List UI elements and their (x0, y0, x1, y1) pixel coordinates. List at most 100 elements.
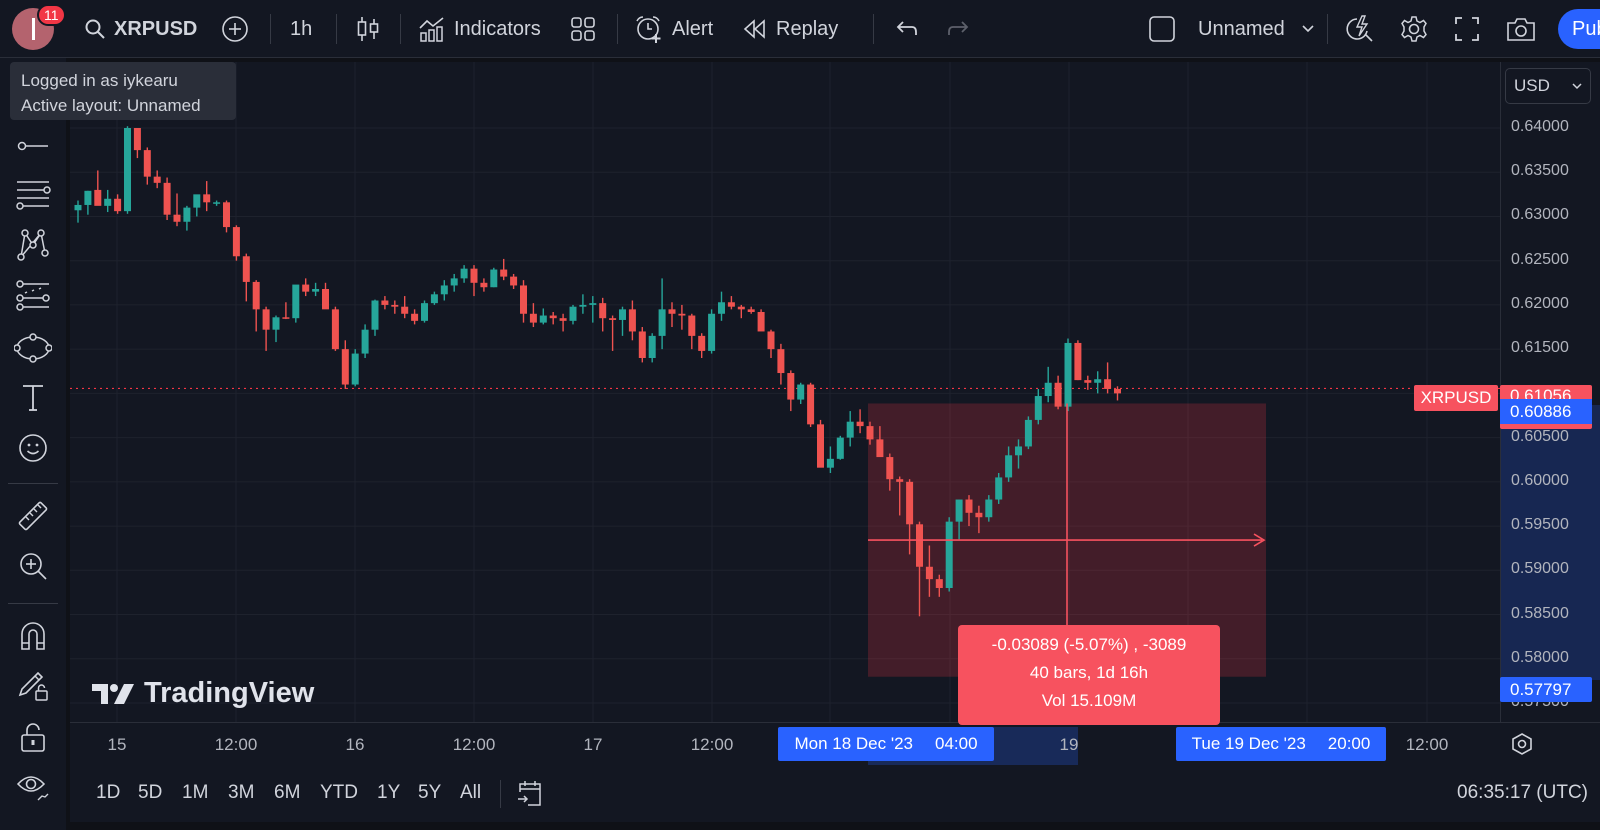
candle-body (430, 294, 438, 304)
fullscreen-button[interactable] (1454, 10, 1480, 48)
ellipse-icon (14, 332, 52, 364)
alert-label: Alert (672, 17, 714, 40)
candle-body (341, 349, 349, 385)
redo-button[interactable] (946, 10, 972, 48)
candle-body (203, 194, 211, 203)
compare-symbol-button[interactable] (220, 10, 250, 48)
indicators-button[interactable]: Indicators (418, 10, 541, 48)
replay-button[interactable]: Replay (742, 10, 838, 48)
range-all-button[interactable]: All (460, 782, 481, 804)
candle-body (727, 302, 735, 307)
time-label: 15 (107, 735, 127, 754)
candle-body (1074, 342, 1082, 381)
candle-body (114, 198, 122, 212)
fullscreen-icon (1454, 16, 1480, 42)
scale-settings-button[interactable] (1510, 732, 1534, 756)
hide-drawings-button[interactable] (13, 766, 53, 806)
undo-button[interactable] (893, 10, 919, 48)
symbol-search-button[interactable]: XRPUSD (84, 10, 197, 48)
drawing-toolbar (0, 58, 66, 830)
forecasting-tool[interactable] (13, 276, 53, 316)
range-5d-button[interactable]: 5D (138, 782, 162, 804)
candle-body (906, 481, 914, 525)
candle-body (718, 302, 725, 314)
lock-drawings-button[interactable] (13, 666, 53, 706)
candle-body (807, 384, 815, 425)
trend-line-tool[interactable] (13, 126, 53, 166)
settings-button[interactable] (1399, 10, 1429, 48)
candle-body (757, 311, 765, 332)
text-tool[interactable] (13, 378, 53, 418)
undo-icon (893, 18, 919, 40)
candlestick-chart (70, 62, 1500, 722)
interval-button[interactable]: 1h (290, 10, 312, 48)
utc-clock[interactable]: 06:35:17 (UTC) (1457, 782, 1588, 804)
publish-button[interactable]: Publish (1558, 9, 1600, 49)
redo-icon (946, 18, 972, 40)
candle-body (836, 437, 844, 459)
indicators-label: Indicators (454, 17, 541, 40)
fib-retracement-tool[interactable] (13, 175, 53, 215)
lock-all-button[interactable] (13, 717, 53, 757)
candle-body (658, 309, 666, 336)
layout-templates-button[interactable] (570, 10, 596, 48)
zoom-in-tool[interactable] (13, 546, 53, 586)
candle-body (668, 309, 676, 314)
symbol-price-tag: XRPUSD (1414, 385, 1498, 411)
alert-button[interactable]: Alert (634, 10, 713, 48)
candle-body (500, 269, 508, 277)
candle-body (1064, 342, 1072, 407)
range-6m-button[interactable]: 6M (274, 782, 300, 804)
quick-search-button[interactable] (1345, 10, 1375, 48)
plus-circle-icon (220, 14, 250, 44)
active-layout-text: Active layout: Unnamed (21, 96, 201, 115)
candle-body (361, 329, 369, 354)
magnet-mode-button[interactable] (13, 616, 53, 656)
candle-body (183, 207, 191, 222)
layout-square-icon (1148, 15, 1176, 43)
snapshot-button[interactable] (1505, 10, 1537, 48)
range-5y-button[interactable]: 5Y (418, 782, 441, 804)
price-tick-label: 0.59000 (1511, 560, 1569, 578)
icons-tool[interactable] (13, 428, 53, 468)
geometric-shapes-tool[interactable] (13, 328, 53, 368)
range-1d-button[interactable]: 1D (96, 782, 120, 804)
currency-select[interactable]: USD (1505, 68, 1591, 104)
candle-body (698, 335, 706, 351)
time-label: 16 (345, 735, 365, 754)
price-tick-label: 0.59500 (1511, 516, 1569, 534)
layout-select-button[interactable]: Unnamed (1148, 10, 1315, 48)
candle-body (599, 303, 607, 319)
candle-body (1044, 382, 1052, 397)
candle-body (74, 204, 82, 211)
range-start-time: 04:00 (935, 734, 978, 753)
range-ytd-button[interactable]: YTD (320, 782, 358, 804)
chart-type-button[interactable] (355, 10, 381, 48)
candle-body (490, 269, 498, 288)
chart-pane[interactable] (70, 62, 1500, 722)
layout-name: Unnamed (1198, 17, 1285, 40)
candle-body (381, 300, 389, 305)
candle-body (589, 303, 597, 305)
range-1m-button[interactable]: 1M (182, 782, 208, 804)
candle-body (391, 304, 399, 307)
candle-body (1015, 446, 1022, 456)
candle-body (737, 306, 745, 310)
range-3m-button[interactable]: 3M (228, 782, 254, 804)
measure-tool[interactable] (13, 496, 53, 536)
gear-icon (1399, 14, 1429, 44)
time-scale[interactable]: 15 12:00 16 12:00 17 12:00 19 12:00 Mon … (70, 722, 1600, 766)
price-tick-label: 0.62500 (1511, 250, 1569, 268)
candle-body (628, 309, 636, 332)
pattern-tool[interactable] (13, 225, 53, 265)
toolbar-divider (8, 603, 58, 604)
time-label: 19 (1059, 735, 1079, 754)
candle-body (1094, 379, 1102, 383)
ruler-icon (16, 499, 50, 533)
go-to-date-button[interactable] (516, 778, 544, 808)
publish-label: Publish (1572, 17, 1600, 40)
range-1y-button[interactable]: 1Y (377, 782, 400, 804)
fib-lines-icon (15, 179, 51, 211)
price-tick-label: 0.62000 (1511, 294, 1569, 312)
candle-body (232, 227, 240, 257)
